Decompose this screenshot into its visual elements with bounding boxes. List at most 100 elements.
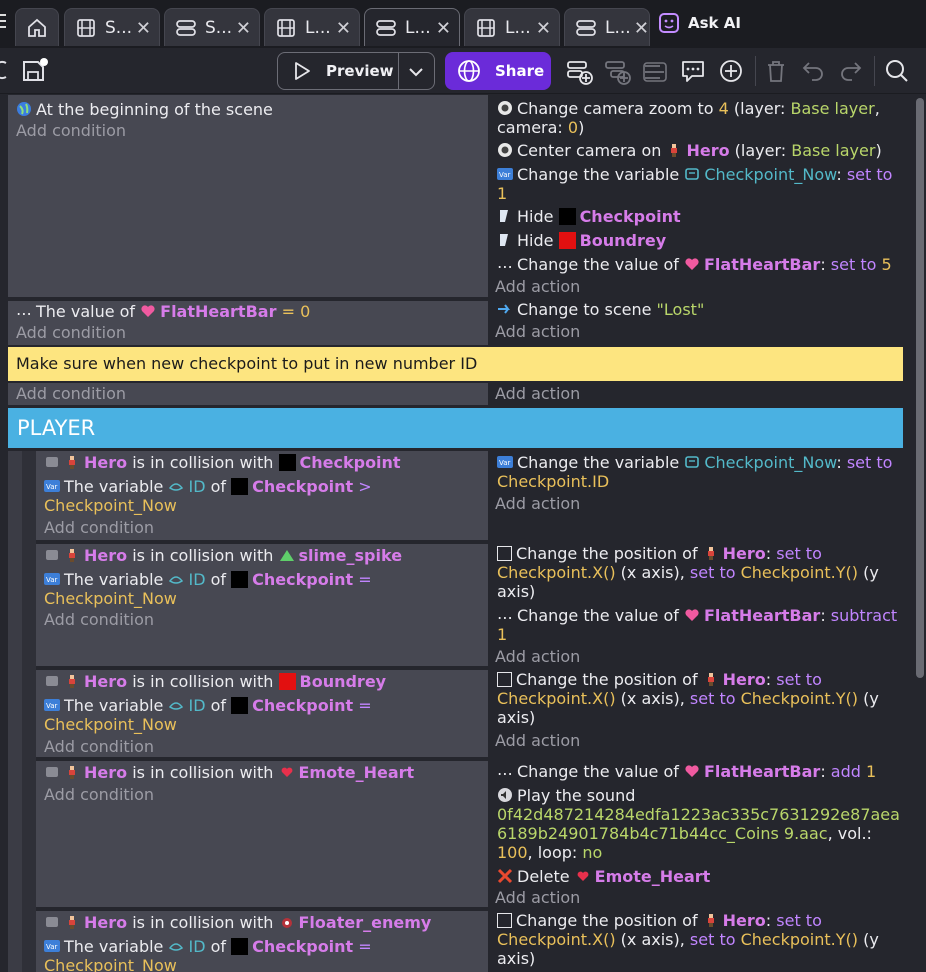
chevron-down-icon[interactable] xyxy=(408,65,424,79)
close-icon[interactable]: ✕ xyxy=(436,18,451,39)
action-change-scene[interactable]: Change to scene "Lost" xyxy=(497,300,704,320)
tab-3[interactable]: L... ✕ xyxy=(264,8,360,46)
action-camera-zoom[interactable]: Change camera zoom to 4 (layer: Base lay… xyxy=(497,99,880,119)
layer-name: Base layer xyxy=(791,141,876,160)
add-condition-link[interactable]: Add condition xyxy=(44,737,154,757)
text: (y xyxy=(857,563,879,582)
condition-collision[interactable]: Hero is in collision with Floater_enemy xyxy=(44,913,431,933)
add-subevent-icon[interactable] xyxy=(604,58,632,86)
close-icon[interactable]: ✕ xyxy=(236,18,251,39)
search-icon[interactable] xyxy=(884,58,910,84)
add-condition-link[interactable]: Add condition xyxy=(44,610,154,630)
action-change-heartbar[interactable]: ⋯ Change the value of FlatHeartBar: subtr… xyxy=(497,606,897,627)
drag-handle-icon[interactable] xyxy=(44,914,60,930)
condition-variable-compare[interactable]: Var The variable ID of Checkpoint = xyxy=(44,570,372,590)
event-row-empty[interactable]: Add condition Add action xyxy=(8,383,903,405)
action-change-heartbar[interactable]: ⋯ Change the value of FlatHeartBar: set t… xyxy=(497,255,892,276)
text: is in collision with xyxy=(127,546,279,565)
share-button[interactable]: Share xyxy=(445,52,551,90)
tab-4-active[interactable]: L... ✕ xyxy=(364,8,460,46)
add-action-link[interactable]: Add action xyxy=(495,277,580,297)
close-icon[interactable]: ✕ xyxy=(336,18,351,39)
vertical-scrollbar[interactable] xyxy=(916,98,924,678)
add-comment-icon[interactable] xyxy=(680,58,706,84)
comment-block[interactable]: Make sure when new checkpoint to put in … xyxy=(8,347,903,381)
action-change-position[interactable]: Change the position of Hero: set to xyxy=(497,911,822,931)
action-change-heartbar[interactable]: ⋯ Change the value of FlatHeartBar: add 1 xyxy=(497,762,876,783)
trash-icon[interactable] xyxy=(764,58,788,84)
add-action-link[interactable]: Add action xyxy=(495,731,580,751)
menu-icon[interactable] xyxy=(0,14,6,28)
undo-icon[interactable] xyxy=(800,58,826,84)
add-repeat-icon[interactable] xyxy=(642,58,670,86)
close-icon[interactable]: ✕ xyxy=(536,18,551,39)
drag-handle-icon[interactable] xyxy=(44,673,60,689)
tab-1[interactable]: S... ✕ xyxy=(64,8,160,46)
action-play-sound[interactable]: Play the sound xyxy=(497,786,635,806)
event-row[interactable]: Hero is in collision with Emote_Heart Ad… xyxy=(36,761,903,907)
add-event-icon[interactable] xyxy=(566,58,594,86)
event-row[interactable]: Hero is in collision with slime_spike Va… xyxy=(36,544,903,666)
add-condition-link[interactable]: Add condition xyxy=(44,785,154,805)
event-row[interactable]: Hero is in collision with Floater_enemy … xyxy=(36,911,903,972)
add-condition-link[interactable]: Add condition xyxy=(16,121,126,141)
value: no xyxy=(582,843,603,862)
close-icon[interactable]: ✕ xyxy=(136,18,151,39)
condition-collision[interactable]: Hero is in collision with slime_spike xyxy=(44,546,402,566)
tab-5[interactable]: L... ✕ xyxy=(464,8,560,46)
condition-variable-compare[interactable]: Var The variable ID of Checkpoint = xyxy=(44,937,372,957)
action-change-position[interactable]: Change the position of Hero: set to xyxy=(497,670,822,690)
action-hide-boundrey[interactable]: Hide Boundrey xyxy=(497,231,666,251)
add-condition-link[interactable]: Add condition xyxy=(44,518,154,538)
tab-home[interactable] xyxy=(15,8,59,46)
tab-2[interactable]: S... ✕ xyxy=(164,8,260,46)
group-header-player[interactable]: PLAYER xyxy=(8,408,903,448)
checkpoint-sprite-icon xyxy=(278,454,296,471)
event-row[interactable]: ⋯ The value of FlatHeartBar = 0 Add condi… xyxy=(8,300,903,345)
text: Change the variable xyxy=(517,165,685,184)
add-action-link[interactable]: Add action xyxy=(495,494,580,514)
save-icon[interactable] xyxy=(22,58,48,84)
redo-icon[interactable] xyxy=(838,58,864,84)
object-name: Checkpoint xyxy=(252,696,354,715)
action-change-variable[interactable]: Var Change the variable Checkpoint_Now: s… xyxy=(497,453,892,473)
add-action-link[interactable]: Add action xyxy=(495,888,580,908)
object-name: Emote_Heart xyxy=(594,867,711,886)
condition-collision[interactable]: Hero is in collision with Emote_Heart xyxy=(44,763,414,783)
drag-handle-icon[interactable] xyxy=(44,454,60,470)
event-row[interactable]: Hero is in collision with Checkpoint Var… xyxy=(36,451,903,540)
condition-variable-compare[interactable]: Var The variable ID of Checkpoint > xyxy=(44,477,372,497)
condition-collision[interactable]: Hero is in collision with Boundrey xyxy=(44,672,386,692)
more-dots-icon: ⋯ xyxy=(497,764,513,783)
checkpoint-sprite-icon xyxy=(231,478,249,495)
add-action-link[interactable]: Add action xyxy=(495,384,580,404)
drag-handle-icon[interactable] xyxy=(44,547,60,563)
close-icon[interactable]: ✕ xyxy=(634,18,649,39)
condition-collision[interactable]: Hero is in collision with Checkpoint xyxy=(44,453,401,473)
add-action-link[interactable]: Add action xyxy=(495,647,580,667)
action-center-camera[interactable]: Center camera on Hero (layer: Base layer… xyxy=(497,141,882,161)
drag-handle-icon[interactable] xyxy=(44,764,60,780)
event-row[interactable]: At the beginning of the scene Add condit… xyxy=(8,95,903,297)
tab-6[interactable]: L... ✕ xyxy=(564,8,650,46)
action-hide-checkpoint[interactable]: Hide Checkpoint xyxy=(497,207,681,227)
action-change-position[interactable]: Change the position of Hero: set to xyxy=(497,544,822,564)
add-icon[interactable] xyxy=(718,58,744,84)
boundrey-sprite-icon xyxy=(558,232,576,249)
condition-begin-scene[interactable]: At the beginning of the scene xyxy=(16,100,273,120)
value: 0 xyxy=(300,302,311,321)
condition-heartbar-value[interactable]: ⋯ The value of FlatHeartBar = 0 xyxy=(16,302,310,323)
action-delete-heart[interactable]: Delete Emote_Heart xyxy=(497,867,710,887)
svg-text:Var: Var xyxy=(46,576,58,584)
event-row[interactable]: Hero is in collision with Boundrey Var Th… xyxy=(36,670,903,757)
add-condition-link[interactable]: Add condition xyxy=(16,384,126,404)
condition-variable-compare[interactable]: Var The variable ID of Checkpoint = xyxy=(44,696,372,716)
add-condition-link[interactable]: Add condition xyxy=(16,323,126,343)
add-action-link[interactable]: Add action xyxy=(495,322,580,342)
action-change-variable[interactable]: Var Change the variable Checkpoint_Now: s… xyxy=(497,165,892,185)
value: Checkpoint.Y() xyxy=(735,930,858,949)
preview-button[interactable]: Preview xyxy=(277,52,435,90)
object-name: Boundrey xyxy=(579,231,667,250)
ask-ai-button[interactable]: Ask AI xyxy=(658,12,741,34)
refresh-icon[interactable] xyxy=(0,58,12,82)
